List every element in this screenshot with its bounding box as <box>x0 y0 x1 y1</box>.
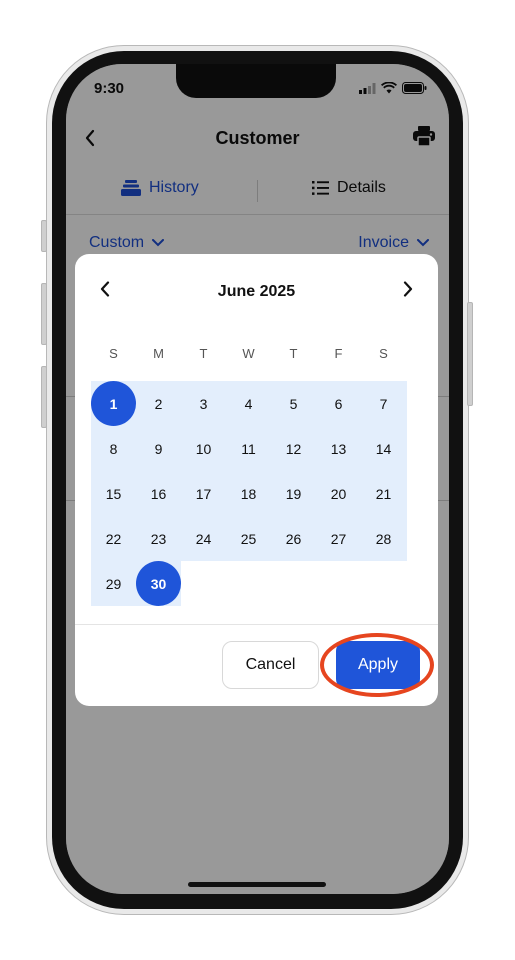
calendar-day-number: 16 <box>150 485 167 502</box>
calendar-day[interactable]: 6 <box>316 381 361 426</box>
calendar-day[interactable]: 9 <box>136 426 181 471</box>
volume-down-button <box>41 366 47 428</box>
calendar-day-number: 8 <box>109 440 118 457</box>
weekday-label: F <box>334 346 343 361</box>
calendar-day[interactable]: 18 <box>226 471 271 516</box>
calendar-day[interactable]: 12 <box>271 426 316 471</box>
calendar-day[interactable]: 22 <box>91 516 136 561</box>
calendar-day-number: 22 <box>105 530 122 547</box>
calendar-day[interactable]: 26 <box>271 516 316 561</box>
volume-up-button <box>41 283 47 345</box>
calendar-day-number: 14 <box>375 440 392 457</box>
calendar-day[interactable]: 29 <box>91 561 136 606</box>
calendar-day-number: 9 <box>154 440 163 457</box>
calendar-day[interactable]: 7 <box>361 381 406 426</box>
calendar-day-number: 26 <box>285 530 302 547</box>
calendar-day[interactable]: 11 <box>226 426 271 471</box>
calendar-day-number: 11 <box>241 440 256 457</box>
calendar-day[interactable]: 1 <box>91 381 136 426</box>
power-button <box>467 302 473 406</box>
modal-divider <box>75 624 438 625</box>
calendar-day-number: 2 <box>154 395 163 412</box>
calendar-day-number: 5 <box>289 395 298 412</box>
calendar-day-number: 1 <box>109 395 118 412</box>
calendar-day-number: 10 <box>195 440 212 457</box>
calendar-day[interactable]: 25 <box>226 516 271 561</box>
calendar-day[interactable]: 27 <box>316 516 361 561</box>
weekday-label: T <box>199 346 208 361</box>
calendar-day[interactable]: 10 <box>181 426 226 471</box>
calendar-day[interactable]: 19 <box>271 471 316 516</box>
highlight-annotation <box>320 633 434 697</box>
calendar-day[interactable]: 3 <box>181 381 226 426</box>
calendar-day-number: 30 <box>150 575 167 592</box>
calendar-month-title: June 2025 <box>217 283 296 300</box>
calendar-day[interactable]: 20 <box>316 471 361 516</box>
calendar-day-number: 23 <box>150 530 167 547</box>
calendar-day[interactable]: 8 <box>91 426 136 471</box>
calendar-day-number: 12 <box>285 440 302 457</box>
calendar-day[interactable]: 17 <box>181 471 226 516</box>
calendar-day[interactable]: 24 <box>181 516 226 561</box>
calendar-day-number: 18 <box>240 485 257 502</box>
calendar-day[interactable]: 30 <box>136 561 181 606</box>
calendar-day[interactable]: 2 <box>136 381 181 426</box>
calendar-day[interactable]: 23 <box>136 516 181 561</box>
calendar-day[interactable]: 16 <box>136 471 181 516</box>
calendar-day[interactable]: 14 <box>361 426 406 471</box>
calendar-day-number: 7 <box>379 395 388 412</box>
weekday-label: M <box>153 346 164 361</box>
calendar-day-number: 20 <box>330 485 347 502</box>
next-month-button[interactable] <box>403 280 413 303</box>
calendar-day-number: 19 <box>285 485 302 502</box>
calendar-day-number: 24 <box>195 530 212 547</box>
calendar-day-number: 27 <box>330 530 347 547</box>
weekday-label: S <box>109 346 118 361</box>
calendar-day[interactable]: 28 <box>361 516 406 561</box>
calendar-day-number: 21 <box>375 485 392 502</box>
calendar-day-number: 6 <box>334 395 343 412</box>
calendar-day-number: 13 <box>330 440 347 457</box>
calendar-day-number: 4 <box>244 395 253 412</box>
weekday-label: W <box>242 346 255 361</box>
calendar-day-number: 25 <box>240 530 257 547</box>
calendar-day-number: 29 <box>105 575 122 592</box>
home-indicator <box>188 882 326 887</box>
weekday-label: T <box>289 346 298 361</box>
calendar-day-number: 28 <box>375 530 392 547</box>
cancel-button[interactable]: Cancel <box>222 641 319 689</box>
calendar-day-number: 17 <box>195 485 212 502</box>
mute-switch <box>41 220 47 252</box>
calendar-day[interactable]: 5 <box>271 381 316 426</box>
weekday-label: S <box>379 346 388 361</box>
calendar-day-number: 15 <box>105 485 122 502</box>
calendar-day-number: 3 <box>199 395 208 412</box>
calendar-day[interactable]: 13 <box>316 426 361 471</box>
calendar-day[interactable]: 21 <box>361 471 406 516</box>
calendar-day[interactable]: 15 <box>91 471 136 516</box>
calendar-day[interactable]: 4 <box>226 381 271 426</box>
